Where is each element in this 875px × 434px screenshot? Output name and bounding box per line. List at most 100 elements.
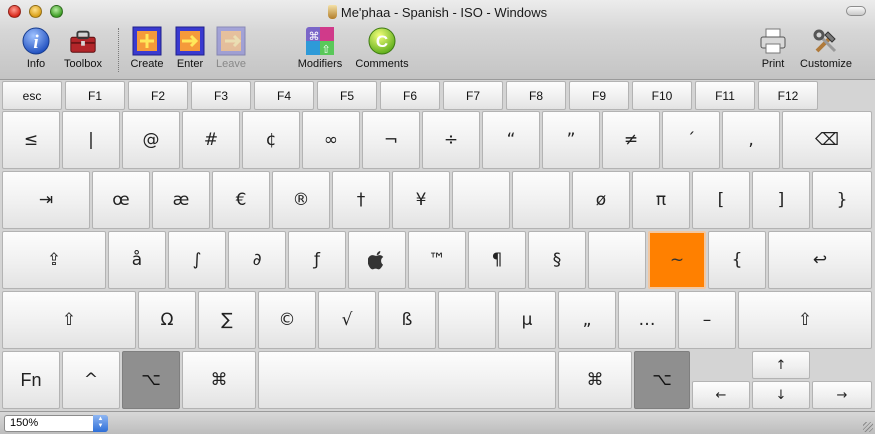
key-caps-lock[interactable]: ⇪ <box>2 231 106 289</box>
leave-button[interactable]: Leave <box>213 26 249 70</box>
key-left-command[interactable]: ⌘ <box>182 351 256 409</box>
key-tab[interactable]: ⇥ <box>2 171 90 229</box>
key-left-shift[interactable]: ⇧ <box>2 291 136 349</box>
key-row3-4[interactable]: ∂ <box>228 231 286 289</box>
leave-icon <box>216 26 246 56</box>
status-bar: 150% ▲ ▼ <box>0 411 875 434</box>
key-f7[interactable]: F7 <box>443 81 503 110</box>
key-f8[interactable]: F8 <box>506 81 566 110</box>
create-icon <box>132 26 162 56</box>
key-return[interactable]: ↩ <box>768 231 872 289</box>
key-delete[interactable]: ⌫ <box>782 111 872 169</box>
key-f1[interactable]: F1 <box>65 81 125 110</box>
key-f2[interactable]: F2 <box>128 81 188 110</box>
key-f10[interactable]: F10 <box>632 81 692 110</box>
key-row4-2[interactable]: Ω <box>138 291 196 349</box>
key-row3-2[interactable]: å <box>108 231 166 289</box>
key-fn[interactable]: Fn <box>2 351 60 409</box>
key-row2-11[interactable]: π <box>632 171 690 229</box>
key-row1-4[interactable]: # <box>182 111 240 169</box>
toolbox-icon <box>68 26 98 56</box>
zoom-select[interactable]: 150% ▲ ▼ <box>4 415 108 432</box>
key-row3-9[interactable]: § <box>528 231 586 289</box>
key-row1-7[interactable]: ¬ <box>362 111 420 169</box>
create-button[interactable]: Create <box>128 26 166 70</box>
key-row2-7[interactable]: ¥ <box>392 171 450 229</box>
key-right-shift[interactable]: ⇧ <box>738 291 872 349</box>
document-icon <box>327 5 337 19</box>
info-icon: i <box>21 26 51 56</box>
create-label: Create <box>130 58 164 70</box>
key-f4[interactable]: F4 <box>254 81 314 110</box>
key-f5[interactable]: F5 <box>317 81 377 110</box>
key-row1-6[interactable]: ∞ <box>302 111 360 169</box>
leave-label: Leave <box>216 58 246 70</box>
key-tilde-dead-key[interactable]: ~ <box>648 231 706 289</box>
toolbox-button[interactable]: Toolbox <box>59 26 107 70</box>
key-f3[interactable]: F3 <box>191 81 251 110</box>
key-row3-12[interactable]: { <box>708 231 766 289</box>
key-row4-11[interactable]: – <box>678 291 736 349</box>
key-esc[interactable]: esc <box>2 81 62 110</box>
key-space[interactable] <box>258 351 556 409</box>
key-row3-3[interactable]: ∫ <box>168 231 226 289</box>
customize-button[interactable]: Customize <box>796 26 856 70</box>
key-row2-6[interactable]: † <box>332 171 390 229</box>
enter-icon <box>175 26 205 56</box>
key-row1-9[interactable]: “ <box>482 111 540 169</box>
key-row2-3[interactable]: æ <box>152 171 210 229</box>
comments-button[interactable]: C Comments <box>352 26 412 70</box>
info-button[interactable]: i Info <box>18 26 54 70</box>
key-row4-9[interactable]: „ <box>558 291 616 349</box>
key-row4-7[interactable] <box>438 291 496 349</box>
modifiers-button[interactable]: ⌘ ⇧ Modifiers <box>292 26 348 70</box>
key-row2-4[interactable]: € <box>212 171 270 229</box>
key-row1-11[interactable]: ≠ <box>602 111 660 169</box>
key-arrow-down[interactable]: ↓ <box>752 381 810 409</box>
key-arrow-right[interactable]: → <box>812 381 872 409</box>
key-row1-2[interactable]: | <box>62 111 120 169</box>
toolbox-label: Toolbox <box>64 58 102 70</box>
key-row3-8[interactable]: ¶ <box>468 231 526 289</box>
key-f12[interactable]: F12 <box>758 81 818 110</box>
key-f6[interactable]: F6 <box>380 81 440 110</box>
key-row1-8[interactable]: ÷ <box>422 111 480 169</box>
key-row1-12[interactable]: ´ <box>662 111 720 169</box>
key-row4-6[interactable]: ß <box>378 291 436 349</box>
key-row2-9[interactable] <box>512 171 570 229</box>
key-arrow-left[interactable]: ← <box>692 381 750 409</box>
key-row2-14[interactable]: } <box>812 171 872 229</box>
key-row2-10[interactable]: ø <box>572 171 630 229</box>
key-f9[interactable]: F9 <box>569 81 629 110</box>
key-row1-3[interactable]: @ <box>122 111 180 169</box>
toolbar-separator <box>118 28 119 72</box>
key-row1-5[interactable]: ¢ <box>242 111 300 169</box>
key-row2-12[interactable]: [ <box>692 171 750 229</box>
key-row3-10[interactable] <box>588 231 646 289</box>
key-row2-5[interactable]: ® <box>272 171 330 229</box>
key-apple-logo[interactable] <box>348 231 406 289</box>
key-row1-13[interactable]: ‚ <box>722 111 780 169</box>
key-row2-2[interactable]: œ <box>92 171 150 229</box>
key-left-option[interactable]: ⌥ <box>122 351 180 409</box>
key-row4-8[interactable]: µ <box>498 291 556 349</box>
key-right-option[interactable]: ⌥ <box>634 351 690 409</box>
key-row2-13[interactable]: ] <box>752 171 810 229</box>
enter-button[interactable]: Enter <box>172 26 208 70</box>
key-row3-7[interactable]: ™ <box>408 231 466 289</box>
key-row4-3[interactable]: ∑ <box>198 291 256 349</box>
resize-grip-icon[interactable] <box>863 422 873 432</box>
key-arrow-up[interactable]: ↑ <box>752 351 810 379</box>
key-row1-10[interactable]: ” <box>542 111 600 169</box>
key-row1-1[interactable]: ≤ <box>2 111 60 169</box>
key-row2-8[interactable] <box>452 171 510 229</box>
key-row3-5[interactable]: ƒ <box>288 231 346 289</box>
tools-icon <box>811 26 841 56</box>
key-row4-5[interactable]: √ <box>318 291 376 349</box>
key-row4-10[interactable]: … <box>618 291 676 349</box>
key-f11[interactable]: F11 <box>695 81 755 110</box>
key-row4-4[interactable]: © <box>258 291 316 349</box>
key-control[interactable]: ^ <box>62 351 120 409</box>
key-right-command[interactable]: ⌘ <box>558 351 632 409</box>
print-button[interactable]: Print <box>755 26 791 70</box>
